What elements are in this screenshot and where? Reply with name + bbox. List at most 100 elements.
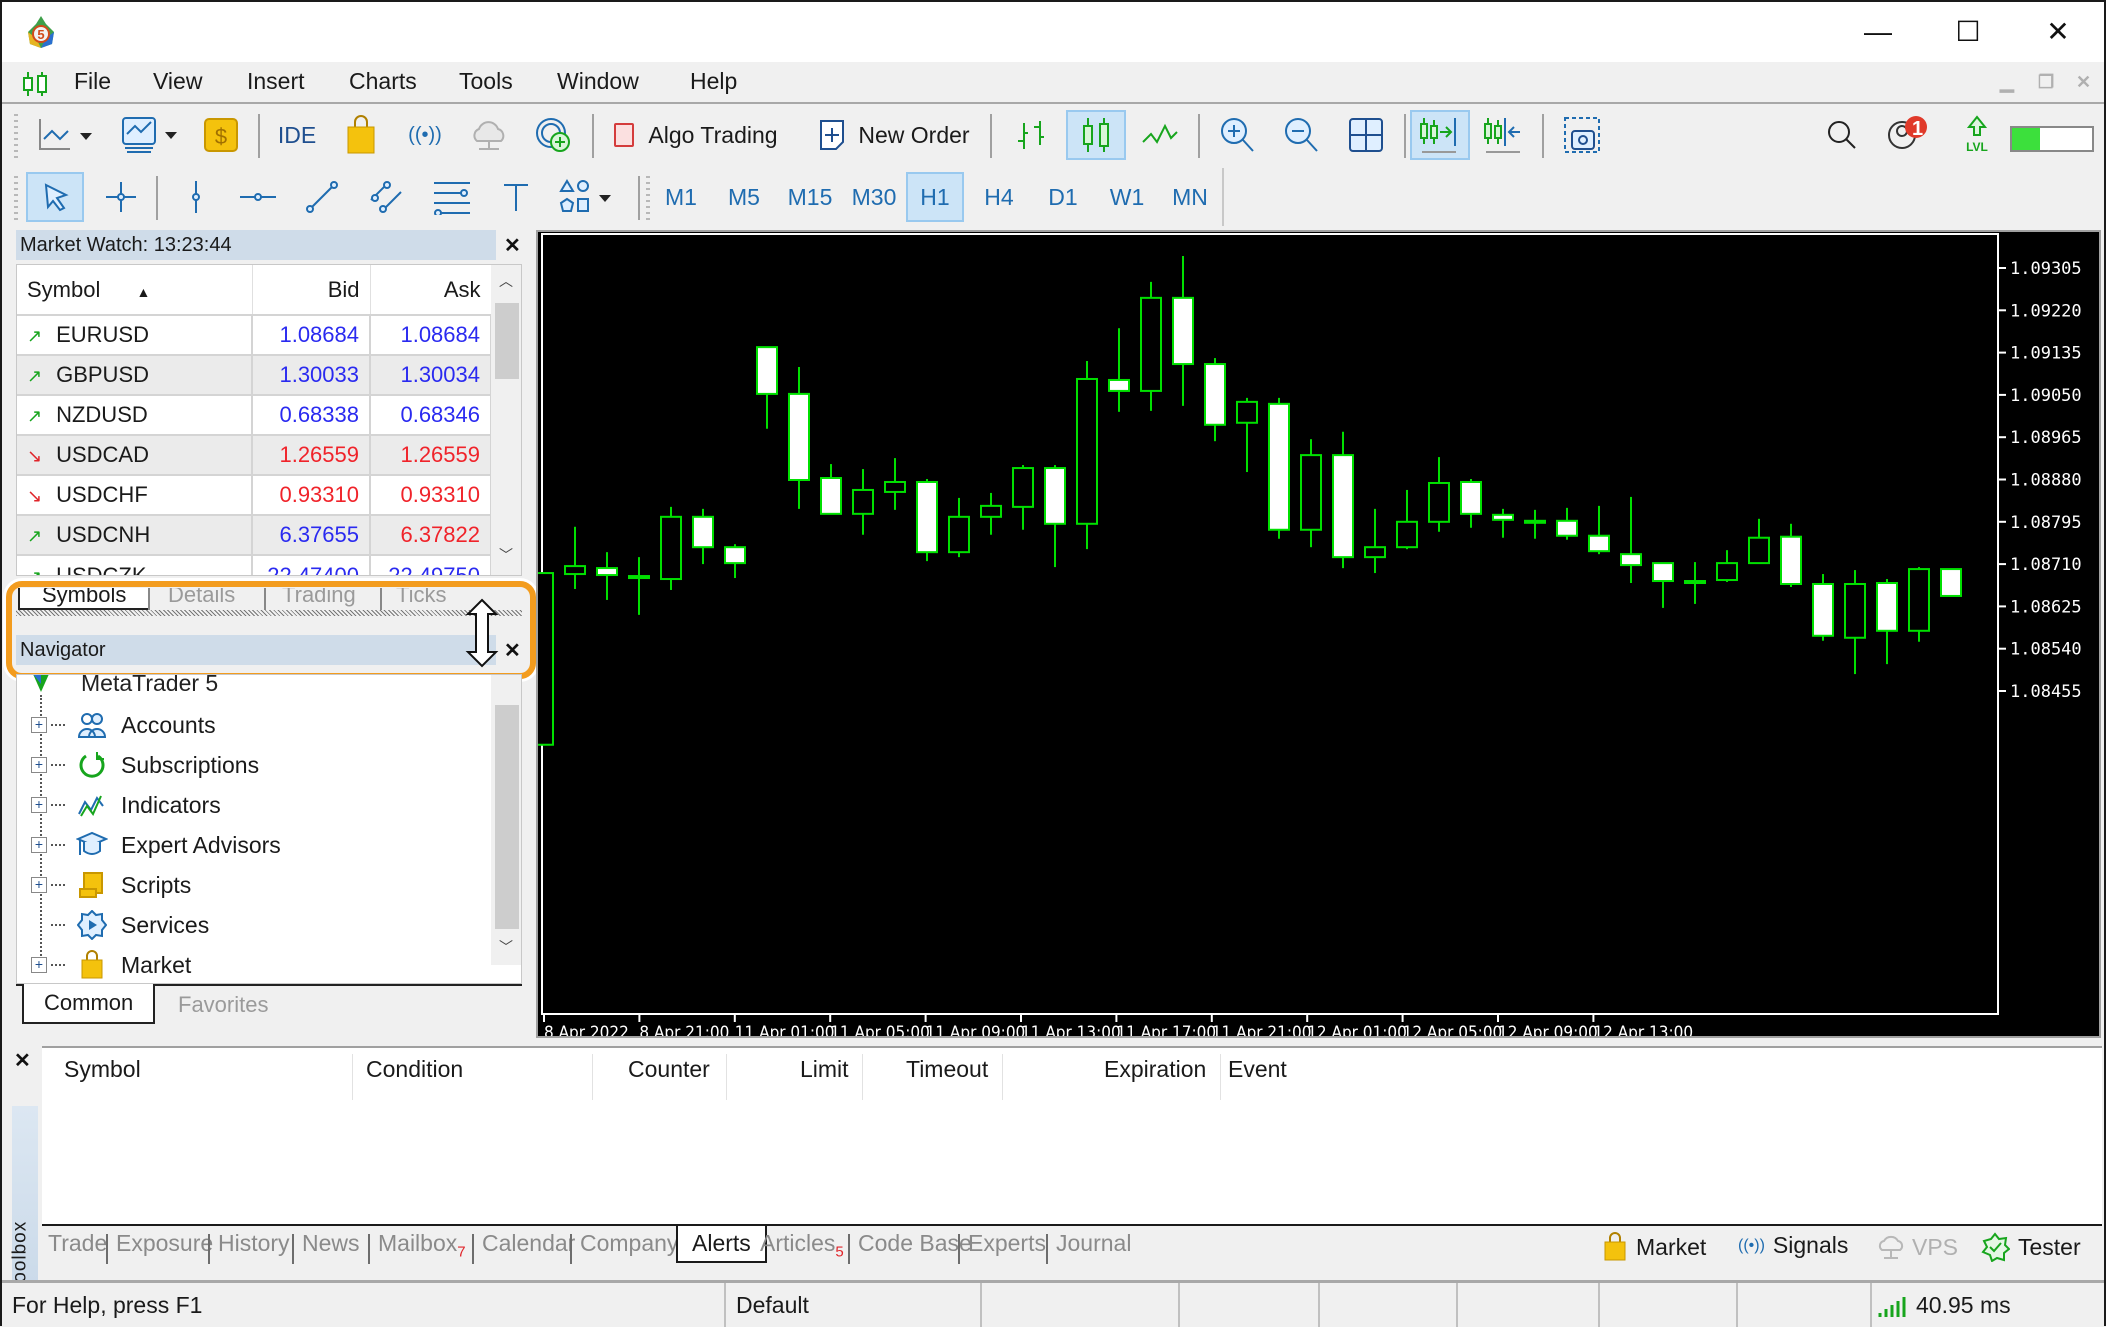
scrollbar-thumb[interactable] (495, 303, 519, 379)
horizontal-line-tool-button[interactable] (230, 172, 286, 222)
timeframe-h4[interactable]: H4 (970, 172, 1028, 222)
market-button[interactable] (338, 110, 384, 160)
minimize-button[interactable]: — (1848, 12, 1908, 52)
status-profile[interactable]: Default (736, 1292, 809, 1319)
add-signal-button[interactable] (528, 110, 578, 160)
navigator-root[interactable]: MetaTrader 5 (31, 675, 218, 703)
expand-icon[interactable]: + (31, 717, 47, 733)
mdi-minimize-button[interactable]: ▁ (2000, 72, 2014, 93)
dollar-button[interactable]: $ (198, 110, 244, 160)
timeframe-mn[interactable]: MN (1160, 172, 1220, 222)
column-header-event[interactable]: Event (1228, 1056, 1287, 1083)
expand-icon[interactable]: + (31, 797, 47, 813)
navigator-item-accounts[interactable]: + Accounts (31, 705, 216, 745)
crosshair-tool-button[interactable] (92, 172, 150, 222)
market-watch-row[interactable]: ↗ EURUSD 1.08684 1.08684 (17, 314, 492, 355)
expand-icon[interactable]: + (31, 837, 47, 853)
timeframe-h1[interactable]: H1 (906, 172, 964, 222)
tab-articles[interactable]: Articles5 (760, 1230, 844, 1261)
level-button[interactable]: LVL (1952, 110, 2002, 160)
screenshot-button[interactable] (1554, 110, 1610, 160)
mdi-restore-button[interactable]: ❐ (2038, 72, 2054, 93)
cursor-tool-button[interactable] (26, 172, 84, 222)
market-watch-scrollbar[interactable]: ︿ ﹀ (491, 265, 521, 575)
toolbox-close-button[interactable]: ✕ (14, 1048, 31, 1073)
timeframe-m5[interactable]: M5 (716, 172, 772, 222)
tab-company[interactable]: Company (580, 1230, 678, 1257)
column-header-counter[interactable]: Counter (628, 1056, 710, 1083)
vps-link[interactable]: VPS (1876, 1232, 1958, 1262)
vps-button[interactable] (464, 110, 514, 160)
tab-news[interactable]: News (302, 1230, 360, 1257)
trendline-tool-button[interactable] (294, 172, 350, 222)
tab-mailbox[interactable]: Mailbox7 (378, 1230, 466, 1261)
auto-scroll-button[interactable] (1410, 110, 1470, 160)
tab-trade[interactable]: Trade (48, 1230, 107, 1257)
column-header-expiration[interactable]: Expiration (1104, 1056, 1206, 1083)
candlestick-chart-button[interactable] (1066, 110, 1126, 160)
tab-favorites[interactable]: Favorites (178, 992, 268, 1018)
scrollbar-thumb[interactable] (495, 705, 519, 929)
toolbar-grip[interactable] (14, 114, 18, 158)
column-header-symbol[interactable]: Symbol ▲ (17, 265, 253, 315)
ide-button[interactable]: IDE (272, 110, 322, 160)
menu-view[interactable]: View (153, 68, 202, 95)
timeframe-m1[interactable]: M1 (656, 172, 706, 222)
column-header-limit[interactable]: Limit (800, 1056, 849, 1083)
column-header-ask[interactable]: Ask (370, 265, 492, 315)
tab-journal[interactable]: Journal (1056, 1230, 1131, 1257)
column-header-timeout[interactable]: Timeout (906, 1056, 988, 1083)
market-watch-row[interactable]: ↘ USDCHF 0.93310 0.93310 (17, 474, 492, 515)
scroll-down-icon[interactable]: ﹀ (499, 937, 513, 957)
navigator-item-subscriptions[interactable]: + Subscriptions (31, 745, 259, 785)
column-header-symbol[interactable]: Symbol (64, 1056, 141, 1083)
vertical-line-tool-button[interactable] (168, 172, 224, 222)
navigator-item-indicators[interactable]: + Indicators (31, 785, 221, 825)
tab-common[interactable]: Common (22, 984, 156, 1024)
tab-history[interactable]: History (218, 1230, 290, 1257)
notifications-button[interactable]: 1 (1880, 110, 1936, 160)
menu-insert[interactable]: Insert (247, 68, 305, 95)
chart-type-button[interactable] (28, 110, 104, 160)
navigator-scrollbar[interactable]: ﹀ (491, 675, 521, 965)
expand-icon[interactable]: + (31, 757, 47, 773)
expand-icon[interactable]: + (31, 877, 47, 893)
indicators-button[interactable] (112, 110, 188, 160)
menu-tools[interactable]: Tools (459, 68, 513, 95)
tab-calendar[interactable]: Calendar (482, 1230, 575, 1257)
market-watch-close-button[interactable]: ✕ (504, 233, 521, 258)
algo-trading-button[interactable]: Algo Trading (604, 110, 788, 160)
zoom-out-button[interactable] (1274, 110, 1330, 160)
market-watch-row[interactable]: ↗ GBPUSD 1.30033 1.30034 (17, 354, 492, 395)
scroll-down-icon[interactable]: ﹀ (499, 545, 513, 565)
tile-windows-button[interactable] (1338, 110, 1394, 160)
navigator-item-expert-advisors[interactable]: + Expert Advisors (31, 825, 281, 865)
chart-shift-button[interactable] (1476, 110, 1532, 160)
navigator-item-scripts[interactable]: + Scripts (31, 865, 191, 905)
bar-chart-button[interactable] (1004, 110, 1060, 160)
menu-charts[interactable]: Charts (349, 68, 417, 95)
price-chart[interactable]: 1.09305 1.09220 1.09135 1.09050 1.08965 1.088… (538, 232, 2099, 1036)
column-header-condition[interactable]: Condition (366, 1056, 463, 1083)
market-watch-row[interactable]: ↗ NZDUSD 0.68338 0.68346 (17, 394, 492, 435)
tester-link[interactable]: Tester (1980, 1232, 2081, 1262)
column-header-bid[interactable]: Bid (252, 265, 371, 315)
navigator-item-services[interactable]: Services (31, 905, 209, 945)
close-button[interactable]: ✕ (2028, 12, 2088, 52)
channel-tool-button[interactable] (358, 172, 414, 222)
signals-link[interactable]: ((•)) Signals (1738, 1232, 1848, 1259)
maximize-button[interactable]: ☐ (1938, 12, 1998, 52)
timeframe-m30[interactable]: M30 (842, 172, 906, 222)
signals-button[interactable]: ((•)) (400, 110, 450, 160)
new-order-button[interactable]: New Order (810, 110, 978, 160)
timeframe-d1[interactable]: D1 (1034, 172, 1092, 222)
tab-code-base[interactable]: Code Base (858, 1230, 972, 1257)
scroll-up-icon[interactable]: ︿ (499, 271, 513, 291)
fibonacci-tool-button[interactable] (424, 172, 480, 222)
tab-experts[interactable]: Experts (968, 1230, 1046, 1257)
timeframe-w1[interactable]: W1 (1098, 172, 1156, 222)
expand-icon[interactable]: + (31, 957, 47, 973)
market-watch-row[interactable]: ↘ USDCAD 1.26559 1.26559 (17, 434, 492, 475)
chart-window[interactable]: 1.09305 1.09220 1.09135 1.09050 1.08965 1.088… (536, 230, 2101, 1038)
mdi-close-button[interactable]: ✕ (2076, 72, 2091, 93)
